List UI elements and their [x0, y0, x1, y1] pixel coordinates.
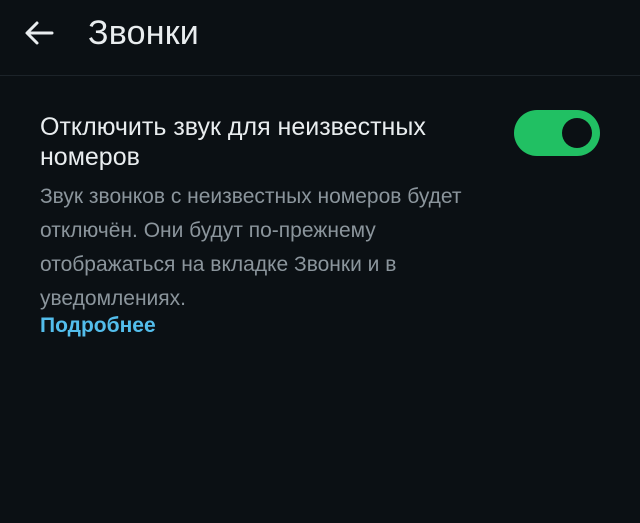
back-button[interactable] [14, 10, 64, 56]
arrow-left-icon [24, 20, 54, 46]
silence-unknown-callers-setting[interactable]: Отключить звук для неизвестных номеров З… [0, 100, 640, 350]
setting-title: Отключить звук для неизвестных номеров [40, 113, 426, 171]
setting-description: Звук звонков с неизвестных номеров будет… [40, 185, 462, 310]
learn-more-link[interactable]: Подробнее [40, 312, 156, 340]
toggle-knob [562, 118, 592, 148]
silence-unknown-toggle[interactable] [514, 110, 600, 156]
app-bar: Звонки [0, 0, 640, 76]
page-title: Звонки [88, 14, 199, 52]
